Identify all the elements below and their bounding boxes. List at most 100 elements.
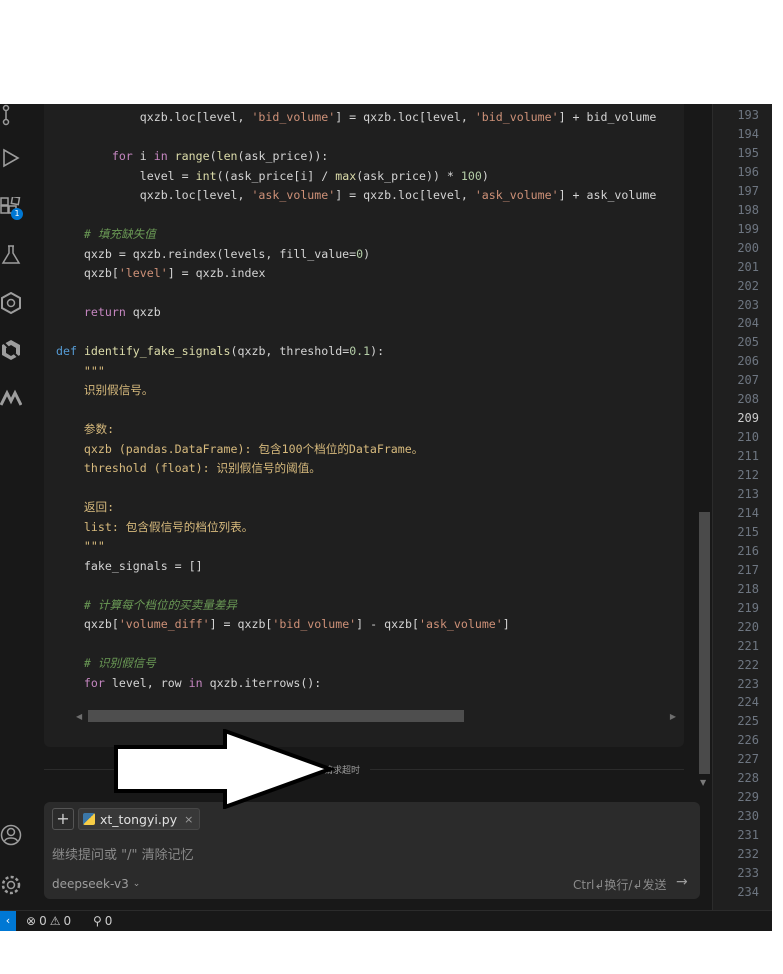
line-number: 227 [737,752,759,767]
code-token: ) [363,246,371,261]
code-token: # 识别假信号 [83,656,156,670]
code-token: len [216,149,238,163]
chat-vertical-scrollbar[interactable]: ▼ [697,104,711,790]
code-block: qxzb.loc[level, 'bid_volume'] = qxzb.loc… [44,104,684,747]
code-token: 'ask_volume' [419,617,503,631]
line-number: 211 [737,449,759,464]
problems-indicator[interactable]: ⊗ 0 ⚠ 0 [26,914,71,928]
code-token: list: 包含假信号的档位列表。 [56,519,254,534]
model-selector[interactable]: deepseek-v3 ⌄ [52,877,140,891]
account-icon[interactable] [0,824,24,848]
code-token: 'level' [118,266,168,280]
code-token: identify_fake_signals [83,344,231,358]
code-token: 参数: [56,422,115,436]
ports-count: 0 [104,914,113,928]
line-number: 220 [737,619,759,634]
activity-bar: 1 [0,104,30,910]
remote-indicator-icon[interactable]: ‹ [0,911,16,931]
code-token: """ [56,539,105,553]
warning-icon: ⚠ [49,914,61,928]
line-number: 203 [737,297,759,312]
line-number: 231 [737,828,759,843]
warning-count: 0 [63,914,72,928]
chevron-down-icon: ⌄ [132,879,141,889]
horizontal-scrollbar[interactable]: ◀ ▶ [74,710,678,722]
line-number: 210 [737,430,759,445]
line-number: 202 [737,278,759,293]
code-token: 'bid_volume' [251,110,336,124]
code-token: return [83,305,126,319]
line-number: 230 [737,809,759,824]
settings-gear-icon[interactable] [0,874,24,898]
horizontal-scroll-thumb[interactable] [88,710,464,722]
code-line: # 计算每个档位的买卖量差异 [56,596,237,616]
marscode-icon[interactable] [0,387,24,411]
code-line: fake_signals = [] [56,557,203,577]
add-context-button[interactable]: + [52,808,74,830]
code-token: 'bid_volume' [474,110,559,124]
ai-assistant-icon[interactable] [0,292,24,316]
code-token: ] [502,617,510,631]
code-line: # 填充缺失值 [56,225,156,245]
code-token: 100 [460,168,482,183]
code-token: qxzb (pandas.DataFrame): 包含100个档位的DataFr… [56,441,424,456]
code-line: """ [56,362,105,382]
code-token: for [111,149,133,163]
code-token: 识别假信号。 [56,383,154,397]
line-number: 223 [737,676,759,691]
code-token: """ [56,363,105,378]
tongyi-icon[interactable] [0,339,24,363]
code-token: i [132,149,154,163]
code-token: (qxzb, threshold= [230,344,350,358]
python-file-icon [83,813,95,825]
source-control-icon[interactable] [0,104,24,128]
code-line: qxzb.loc[level, 'bid_volume'] = qxzb.loc… [56,108,657,128]
code-line: 参数: [56,420,114,440]
line-number: 206 [737,354,759,369]
code-token: 返回: [56,500,115,514]
code-line: 返回: [56,498,114,518]
code-token: qxzb.iterrows(): [202,675,322,690]
line-number: 204 [737,316,759,331]
scroll-right-icon[interactable]: ▶ [670,712,676,721]
chat-input-box[interactable]: + xt_tongyi.py × 继续提问或 "/" 清除记忆 deepseek… [44,802,700,899]
code-token: (ask_price)): [237,149,329,163]
code-token: range [174,149,210,163]
code-token: # 计算每个档位的买卖量差异 [83,597,238,612]
code-token: ): [370,344,385,358]
line-number: 217 [737,562,759,577]
line-number: 214 [737,505,759,520]
line-number: 212 [737,468,759,483]
line-number: 207 [737,373,759,388]
code-line: for level, row in qxzb.iterrows(): [56,674,321,694]
send-icon[interactable]: → [676,874,688,890]
code-token: max [335,168,357,183]
code-line: threshold (float): 识别假信号的阈值。 [56,459,321,479]
line-number: 196 [737,164,759,179]
vertical-scroll-thumb[interactable] [699,512,710,774]
file-chip-name: xt_tongyi.py [100,811,178,827]
code-line: qxzb.loc[level, 'ask_volume'] = qxzb.loc… [56,186,657,206]
scroll-down-icon[interactable]: ▼ [700,778,706,787]
chat-input-placeholder[interactable]: 继续提问或 "/" 清除记忆 [52,844,194,863]
error-count: 0 [39,914,47,928]
ports-indicator[interactable]: ⚲ 0 [93,914,112,928]
testing-flask-icon[interactable] [0,244,24,268]
code-token: (ask_price)) * [356,168,461,183]
file-context-chip[interactable]: xt_tongyi.py × [78,808,201,830]
line-number: 232 [737,847,759,862]
run-debug-icon[interactable] [0,147,24,171]
error-icon: ⊗ [26,914,37,928]
code-token: threshold (float): 识别假信号的阈值。 [56,461,321,475]
code-token: def [56,344,77,358]
line-number: 219 [737,600,759,615]
line-number: 226 [737,733,759,748]
scroll-left-icon[interactable]: ◀ [76,712,82,721]
remove-file-icon[interactable]: × [184,813,193,826]
code-line: level = int((ask_price[i] / max(ask_pric… [56,167,489,187]
